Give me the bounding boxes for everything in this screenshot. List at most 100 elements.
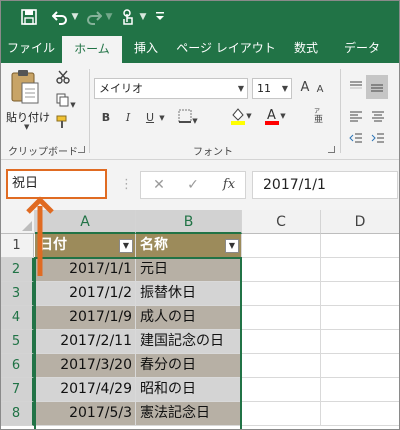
tab-data[interactable]: データ [332, 33, 392, 63]
table-cell-name[interactable]: 成人の日 [136, 306, 242, 330]
phonetic-icon[interactable]: ア亜 [312, 107, 326, 129]
font-name-value: メイリオ [99, 82, 143, 95]
font-size-select[interactable]: 11 ▼ [252, 78, 292, 99]
chevron-down-icon: ▼ [281, 84, 288, 93]
tab-home[interactable]: ホーム [62, 36, 122, 63]
paste-button[interactable]: 貼り付け ▼ [6, 69, 50, 131]
empty-cell[interactable] [242, 258, 321, 282]
touch-mode-icon[interactable] [118, 7, 138, 27]
save-icon[interactable] [18, 7, 40, 27]
table-header-cell[interactable]: 名称 ▼ [136, 234, 242, 258]
chevron-down-icon[interactable]: ▼ [104, 7, 114, 27]
empty-cell[interactable] [242, 282, 321, 306]
paste-icon [11, 70, 39, 104]
group-divider [89, 69, 90, 153]
empty-cell[interactable] [242, 378, 321, 402]
empty-cell[interactable] [242, 402, 321, 426]
cut-icon[interactable] [54, 70, 72, 90]
table-cell-date[interactable]: 2017/3/20 [35, 354, 136, 378]
copy-icon[interactable]: ▼ [54, 93, 78, 114]
table-cell-date[interactable]: 2017/2/11 [35, 330, 136, 354]
italic-button[interactable]: I [121, 109, 135, 127]
table-cell-date[interactable]: 2017/1/9 [35, 306, 136, 330]
row-header-6[interactable]: 6 [0, 354, 34, 378]
splitter-handle[interactable]: ⋮ [120, 177, 133, 192]
row-header-8[interactable]: 8 [0, 402, 34, 426]
empty-cell[interactable] [321, 354, 400, 378]
column-header-b[interactable]: B [136, 210, 242, 234]
align-center-icon[interactable] [370, 109, 386, 129]
align-left-icon[interactable] [348, 109, 364, 129]
clipboard-launcher-icon[interactable] [78, 146, 85, 153]
chevron-down-icon[interactable]: ▼ [70, 7, 80, 27]
empty-cell[interactable] [242, 330, 321, 354]
align-middle-button[interactable] [366, 75, 388, 99]
filter-dropdown-icon[interactable]: ▼ [119, 239, 133, 253]
bold-button[interactable]: B [99, 109, 113, 127]
name-box[interactable]: 祝日 [6, 169, 107, 199]
chevron-down-icon: ▼ [237, 84, 244, 93]
empty-cell[interactable] [242, 306, 321, 330]
underline-button[interactable]: U [143, 109, 157, 127]
empty-cell[interactable] [321, 330, 400, 354]
enter-icon[interactable]: ✓ [184, 171, 202, 199]
tab-insert[interactable]: 挿入 [124, 33, 168, 63]
cancel-icon[interactable]: ✕ [150, 171, 168, 199]
grow-font-button[interactable]: A [298, 79, 312, 97]
empty-cell[interactable] [321, 402, 400, 426]
font-launcher-icon[interactable] [328, 146, 335, 153]
column-header-c[interactable]: C [242, 210, 321, 234]
table-cell-date[interactable]: 2017/4/29 [35, 378, 136, 402]
insert-function-button[interactable]: fx [218, 171, 240, 199]
redo-icon[interactable] [84, 7, 104, 27]
format-painter-icon[interactable] [54, 115, 72, 135]
empty-cell[interactable] [321, 378, 400, 402]
tab-file[interactable]: ファイル [2, 33, 60, 63]
formula-input[interactable]: 2017/1/1 [252, 171, 398, 199]
row-header-4[interactable]: 4 [0, 306, 34, 330]
worksheet-grid: A B C D 1 2 3 4 5 6 7 8 日付 ▼ 名称 ▼ 2017/1… [0, 210, 400, 430]
cell-d1[interactable] [321, 234, 400, 258]
quick-access-toolbar: ▼ ▼ ▼ [0, 0, 400, 33]
header-label-name: 名称 [140, 237, 168, 253]
fill-color-icon[interactable]: ▼ [228, 107, 254, 131]
shrink-font-button[interactable]: A [314, 81, 326, 99]
font-size-value: 11 [257, 82, 271, 95]
ribbon-home: 貼り付け ▼ ▼ クリップボード メイリオ ▼ 11 ▼ A A B I U ▼… [0, 63, 400, 160]
decrease-indent-icon[interactable] [348, 131, 364, 151]
customize-qat-icon[interactable] [153, 7, 167, 27]
undo-icon[interactable] [50, 7, 70, 27]
chevron-down-icon[interactable]: ▼ [157, 109, 167, 127]
table-cell-name[interactable]: 春分の日 [136, 354, 242, 378]
table-cell-name[interactable]: 建国記念の日 [136, 330, 242, 354]
column-header-d[interactable]: D [321, 210, 400, 234]
empty-cell[interactable] [242, 354, 321, 378]
table-cell-date[interactable]: 2017/1/2 [35, 282, 136, 306]
font-name-select[interactable]: メイリオ ▼ [94, 78, 248, 99]
row-header-3[interactable]: 3 [0, 282, 34, 306]
row-header-7[interactable]: 7 [0, 378, 34, 402]
table-cell-name[interactable]: 元日 [136, 258, 242, 282]
row-header-5[interactable]: 5 [0, 330, 34, 354]
empty-cell[interactable] [321, 258, 400, 282]
font-color-icon[interactable]: A ▼ [262, 107, 288, 131]
cell-c1[interactable] [242, 234, 321, 258]
callout-arrow-icon [26, 196, 54, 276]
align-middle-icon [371, 84, 383, 92]
table-cell-name[interactable]: 昭和の日 [136, 378, 242, 402]
tab-formulas[interactable]: 数式 [282, 33, 330, 63]
group-divider [340, 69, 341, 153]
table-cell-date[interactable]: 2017/5/3 [35, 402, 136, 426]
empty-cell[interactable] [321, 282, 400, 306]
chevron-down-icon[interactable]: ▼ [138, 7, 148, 27]
borders-icon[interactable]: ▼ [176, 109, 200, 130]
table-cell-name[interactable]: 憲法記念日 [136, 402, 242, 426]
filter-dropdown-icon[interactable]: ▼ [225, 239, 239, 253]
svg-text:ア: ア [314, 108, 320, 115]
clipboard-group-label: クリップボード [8, 147, 78, 158]
tab-page-layout[interactable]: ページ レイアウト [172, 33, 280, 63]
empty-cell[interactable] [321, 306, 400, 330]
align-top-icon[interactable] [348, 79, 364, 99]
increase-indent-icon[interactable] [370, 131, 386, 151]
table-cell-name[interactable]: 振替休日 [136, 282, 242, 306]
